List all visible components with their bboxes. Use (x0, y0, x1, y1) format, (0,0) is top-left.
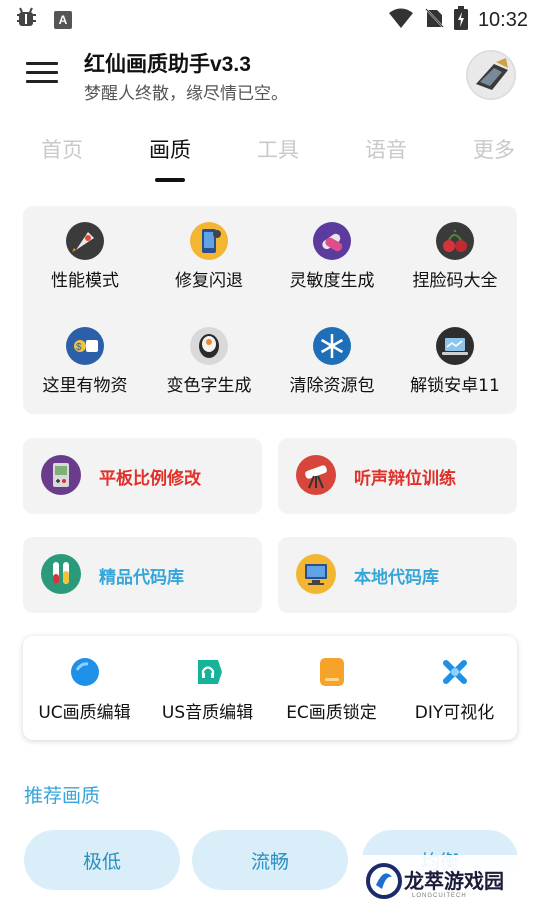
money-icon: $ (66, 327, 104, 365)
text-a-icon: A (54, 11, 72, 29)
grid-item-supplies[interactable]: $ 这里有物资 (23, 311, 147, 401)
local-code-card[interactable]: 本地代码库 (278, 537, 517, 613)
rocket-icon (66, 222, 104, 260)
editor-tools-card: UC画质编辑 US音质编辑 EC画质锁定 DIY可视化 (23, 636, 517, 740)
grid-item-color-text[interactable]: 变色字生成 (147, 311, 271, 401)
local-code-label: 本地代码库 (354, 568, 439, 588)
grid-item-label: 修复闪退 (175, 271, 243, 291)
telescope-icon (296, 455, 336, 495)
uc-quality-editor[interactable]: UC画质编辑 (23, 636, 146, 740)
tablet-ratio-card[interactable]: 平板比例修改 (23, 438, 262, 514)
pills-icon (313, 222, 351, 260)
no-sim-icon (424, 7, 444, 33)
site-watermark: 龙萃游戏园 LONGCUITECH (362, 855, 540, 910)
app-title: 红仙画质助手v3.3 (84, 53, 251, 76)
app-header: 红仙画质助手v3.3 梦醒人终散，缘尽情已空。 (0, 44, 540, 108)
ec-quality-lock-label: EC画质锁定 (286, 703, 377, 723)
watermark-text: 龙萃游戏园 (404, 869, 504, 893)
grid-item-label: 捏脸码大全 (412, 271, 498, 291)
active-tab-indicator (155, 178, 185, 182)
tab-more[interactable]: 更多 (473, 134, 515, 164)
blue-circle-icon (71, 658, 99, 686)
uc-quality-editor-label: UC画质编辑 (38, 703, 131, 723)
document-icon (318, 658, 346, 686)
monitor-icon (296, 554, 336, 594)
test-tubes-icon (41, 554, 81, 594)
wifi-icon (388, 7, 414, 33)
clock-time: 10:32 (477, 8, 528, 31)
grid-item-label: 变色字生成 (166, 376, 252, 396)
sushi-icon (190, 327, 228, 365)
status-bar: A 10:32 (0, 0, 540, 36)
us-audio-editor[interactable]: US音质编辑 (146, 636, 269, 740)
grid-item-sensitivity[interactable]: 灵敏度生成 (270, 206, 394, 296)
sound-position-card[interactable]: 听声辩位训练 (278, 438, 517, 514)
gameboy-icon (41, 455, 81, 495)
grid-item-unlock-android11[interactable]: 解锁安卓11 (393, 311, 517, 401)
grid-item-face-codes[interactable]: 捏脸码大全 (393, 206, 517, 296)
quality-option-very-low[interactable]: 极低 (24, 830, 180, 890)
cherries-icon (436, 222, 474, 260)
tab-quality[interactable]: 画质 (149, 134, 191, 164)
diy-visual-label: DIY可视化 (414, 703, 495, 723)
grid-item-fix-crash[interactable]: 修复闪退 (147, 206, 271, 296)
quality-option-smooth[interactable]: 流畅 (192, 830, 348, 890)
quality-option-label: 流畅 (250, 851, 289, 873)
svg-text:$: $ (76, 342, 82, 353)
premium-code-label: 精品代码库 (99, 568, 184, 588)
grid-item-clear-resources[interactable]: 清除资源包 (270, 311, 394, 401)
tab-tools[interactable]: 工具 (257, 134, 299, 164)
grid-item-label: 解锁安卓11 (410, 376, 500, 396)
diy-visual[interactable]: DIY可视化 (393, 636, 516, 740)
grid-item-label: 灵敏度生成 (289, 271, 375, 291)
us-audio-editor-label: US音质编辑 (161, 703, 254, 723)
phone-repair-icon (190, 222, 228, 260)
snowflake-icon (313, 327, 351, 365)
watermark-logo-icon (366, 863, 402, 903)
blue-x-icon (441, 658, 469, 686)
grid-item-label: 性能模式 (51, 271, 119, 291)
ec-quality-lock[interactable]: EC画质锁定 (270, 636, 393, 740)
battery-charging-icon (453, 6, 468, 34)
tab-home[interactable]: 首页 (41, 134, 83, 164)
tab-voice[interactable]: 语音 (365, 134, 407, 164)
quality-option-label: 极低 (82, 851, 121, 873)
avatar[interactable] (466, 50, 516, 100)
tab-bar: 首页 画质 工具 语音 更多 (0, 130, 540, 186)
app-subtitle: 梦醒人终散，缘尽情已空。 (84, 84, 288, 104)
laptop-icon (436, 327, 474, 365)
headset-icon (194, 658, 222, 686)
tablet-ratio-label: 平板比例修改 (99, 469, 201, 489)
bug-icon (14, 6, 40, 34)
premium-code-card[interactable]: 精品代码库 (23, 537, 262, 613)
sound-position-label: 听声辩位训练 (354, 469, 456, 489)
grid-item-performance-mode[interactable]: 性能模式 (23, 206, 147, 296)
hamburger-menu-button[interactable] (26, 58, 58, 86)
recommend-section-title: 推荐画质 (24, 785, 101, 807)
grid-item-label: 这里有物资 (42, 376, 128, 396)
function-grid: 性能模式 修复闪退 灵敏度生成 捏脸码大全 $ 这里有物资 变色字生成 清除资源… (23, 206, 517, 414)
grid-item-label: 清除资源包 (289, 376, 375, 396)
watermark-subtext: LONGCUITECH (412, 893, 467, 899)
